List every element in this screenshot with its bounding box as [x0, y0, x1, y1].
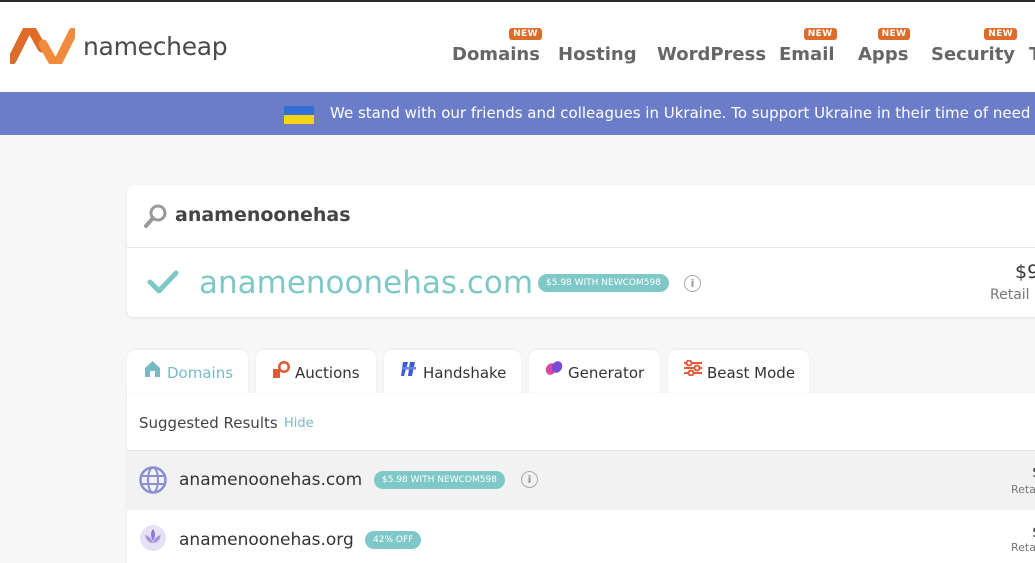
nav-truncated[interactable]: T	[1029, 44, 1035, 65]
info-icon[interactable]: i	[521, 471, 538, 488]
tab-handshake-label: Handshake	[423, 364, 507, 382]
new-badge: NEW	[509, 28, 542, 40]
tab-generator-label: Generator	[568, 364, 645, 382]
new-badge: NEW	[803, 28, 837, 40]
nav-wordpress[interactable]: WordPress	[657, 44, 766, 65]
banner-text: We stand with our friends and colleagues…	[330, 104, 1035, 122]
nav-security-label: Security	[931, 44, 1016, 65]
ukraine-banner: We stand with our friends and colleagues…	[0, 92, 1035, 135]
result-row[interactable]: anamenoonehas.org 42% OFF $ Retai	[127, 510, 1035, 563]
tab-beast-mode[interactable]: Beast Mode	[668, 350, 809, 398]
namecheap-logo[interactable]: namecheap	[10, 28, 228, 64]
home-icon	[145, 361, 160, 377]
info-icon[interactable]: i	[684, 275, 701, 292]
discount-badge: 42% OFF	[365, 531, 422, 549]
nav-hosting-label: Hosting	[558, 44, 637, 65]
auction-icon	[273, 361, 290, 378]
suggested-results-label: Suggested Results	[139, 414, 278, 432]
nav-truncated-label: T	[1029, 44, 1035, 65]
hide-link[interactable]: Hide	[284, 416, 314, 431]
sliders-icon	[684, 360, 702, 376]
nav-apps[interactable]: Apps NEW	[858, 28, 911, 65]
nav-apps-label: Apps	[858, 44, 909, 65]
nav-hosting[interactable]: Hosting	[558, 44, 637, 65]
promo-badge: $5.98 WITH NEWCOM598	[538, 274, 669, 292]
nav-domains-label: Domains	[452, 44, 540, 65]
tab-generator[interactable]: Generator	[529, 350, 660, 398]
tab-domains-label: Domains	[167, 364, 234, 382]
globe-icon	[139, 466, 167, 494]
main-retail-price: Retail $	[990, 287, 1035, 303]
check-icon	[147, 270, 179, 294]
nav-email[interactable]: Email NEW	[779, 28, 837, 65]
namecheap-logo-icon	[10, 28, 75, 64]
main-price: $9	[1015, 261, 1035, 283]
tab-domains[interactable]: Domains	[127, 350, 248, 398]
nav-security[interactable]: Security NEW	[931, 28, 1018, 65]
result-row[interactable]: anamenoonehas.com $5.98 WITH NEWCOM598 i…	[127, 450, 1035, 511]
new-badge: NEW	[877, 28, 911, 40]
search-bar	[127, 185, 1035, 248]
generator-icon	[545, 361, 563, 375]
result-retail: Retai	[1011, 541, 1035, 554]
result-retail: Retai	[1011, 483, 1035, 496]
search-card: anamenoonehas.com $5.98 WITH NEWCOM598 i…	[127, 185, 1035, 317]
main-domain-name[interactable]: anamenoonehas.com	[199, 265, 533, 301]
nav-wordpress-label: WordPress	[657, 44, 767, 65]
tab-beast-mode-label: Beast Mode	[707, 364, 796, 382]
results-panel: Suggested Results Hide anamenoonehas.com…	[127, 393, 1035, 563]
tab-handshake[interactable]: Handshake	[384, 350, 521, 398]
result-domain[interactable]: anamenoonehas.org	[179, 530, 354, 550]
nav-domains[interactable]: Domains NEW	[452, 28, 542, 65]
tab-auctions[interactable]: Auctions	[256, 350, 376, 398]
result-domain[interactable]: anamenoonehas.com	[179, 470, 362, 490]
search-icon	[144, 204, 167, 228]
promo-badge: $5.98 WITH NEWCOM598	[374, 471, 505, 489]
site-header: namecheap Domains NEW Hosting WordPress …	[0, 2, 1035, 92]
search-input[interactable]	[175, 201, 875, 229]
tab-auctions-label: Auctions	[295, 364, 360, 382]
logo-text: namecheap	[83, 31, 228, 61]
ukraine-flag-icon	[284, 106, 314, 124]
handshake-icon	[401, 362, 416, 376]
org-icon	[140, 525, 166, 551]
new-badge: NEW	[984, 28, 1018, 40]
nav-email-label: Email	[779, 44, 835, 65]
